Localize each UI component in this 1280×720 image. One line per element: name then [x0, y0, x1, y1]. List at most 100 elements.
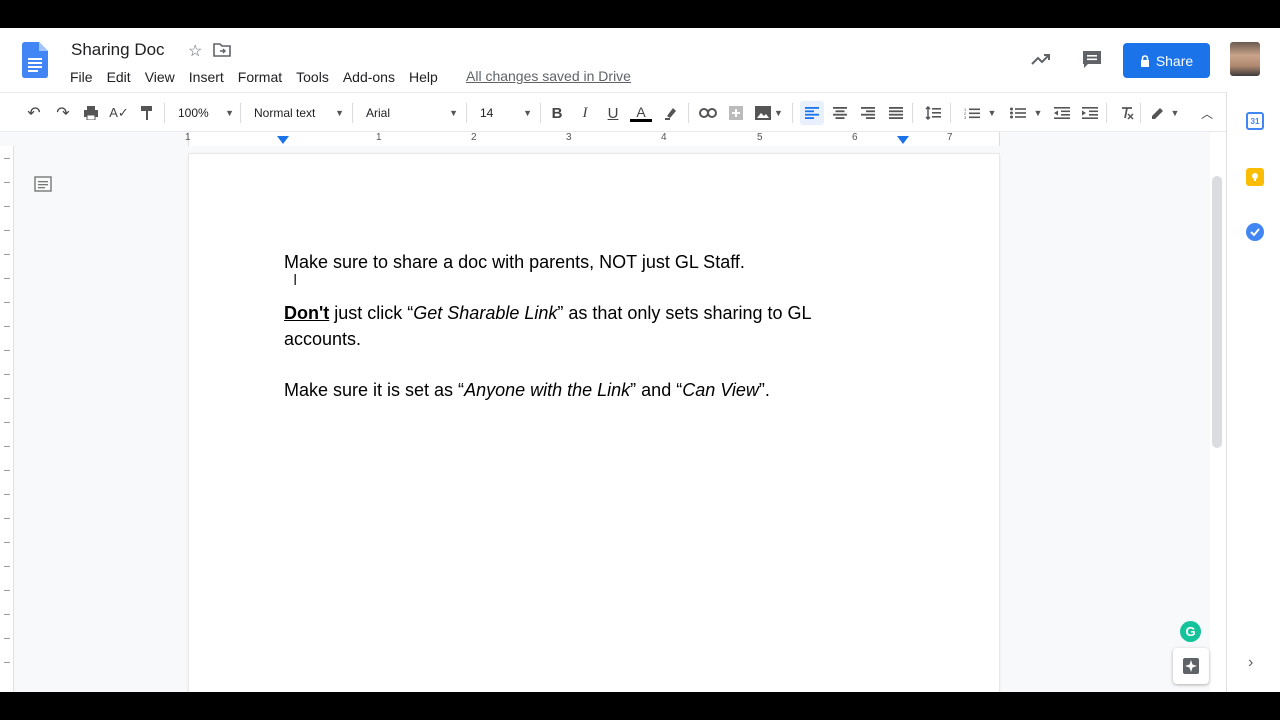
grammarly-icon[interactable]: G [1180, 621, 1201, 642]
ruler-label: 1 [185, 132, 191, 143]
show-side-panel-icon[interactable]: › [1248, 654, 1253, 672]
ruler-tick [4, 254, 10, 255]
save-status-link[interactable]: All changes saved in Drive [466, 68, 631, 84]
style-value: Normal text [254, 106, 316, 120]
activity-dashboard-icon[interactable] [1030, 48, 1052, 70]
align-center-icon[interactable] [828, 101, 852, 125]
toolbar-divider [1106, 103, 1107, 123]
italic-icon[interactable]: I [573, 101, 597, 125]
menu-bar: File Edit View Insert Format Tools Add-o… [63, 68, 445, 86]
zoom-select[interactable]: 100% ▼ [178, 101, 234, 125]
ruler-tick [4, 638, 10, 639]
insert-link-icon[interactable] [696, 101, 720, 125]
ruler-tick [4, 326, 10, 327]
menu-tools[interactable]: Tools [289, 68, 336, 86]
font-select[interactable]: Arial ▼ [366, 101, 458, 125]
chevron-down-icon: ▼ [1170, 108, 1180, 118]
bold-icon[interactable]: B [545, 101, 569, 125]
horizontal-ruler: 1 1 2 3 4 5 6 7 [0, 132, 1210, 146]
ruler-tick [4, 422, 10, 423]
share-button[interactable]: Share [1123, 43, 1210, 78]
right-indent-marker[interactable] [897, 136, 909, 144]
collapse-menus-icon[interactable]: ︿ [1195, 101, 1219, 125]
insert-image-icon[interactable]: ▼ [752, 101, 786, 125]
tasks-icon[interactable] [1246, 223, 1264, 241]
chevron-down-icon: ▼ [774, 108, 783, 118]
chevron-down-icon: ▼ [449, 108, 458, 118]
ruler-tick [4, 566, 10, 567]
clear-formatting-icon[interactable] [1115, 101, 1139, 125]
paragraph-2[interactable]: Don't just click “Get Sharable Link” as … [284, 300, 844, 352]
toolbar: ↶ ↷ A✓ 100% ▼ Normal text ▼ Arial ▼ 14 ▼ B I… [0, 92, 1226, 132]
ruler-tick [4, 590, 10, 591]
paragraph-3[interactable]: Make sure it is set as “Anyone with the … [284, 377, 844, 403]
document-canvas: Make sure to share a doc with parents, N… [0, 146, 1222, 692]
ruler-tick [4, 374, 10, 375]
justify-icon[interactable] [884, 101, 908, 125]
highlight-color-icon[interactable] [659, 101, 683, 125]
ruler-track[interactable] [188, 132, 1000, 146]
ruler-label: 3 [566, 132, 572, 143]
print-icon[interactable] [79, 101, 103, 125]
menu-format[interactable]: Format [231, 68, 289, 86]
menu-insert[interactable]: Insert [182, 68, 231, 86]
ruler-tick [4, 206, 10, 207]
ruler-tick [4, 470, 10, 471]
vertical-scrollbar[interactable] [1212, 176, 1222, 448]
align-right-icon[interactable] [856, 101, 880, 125]
underline-icon[interactable]: U [601, 101, 625, 125]
text-cursor-icon: I [293, 272, 298, 289]
star-icon[interactable]: ☆ [188, 41, 202, 61]
document-outline-icon[interactable] [34, 176, 52, 192]
move-folder-icon[interactable] [213, 42, 231, 58]
bulleted-list-icon[interactable]: ▼ [1006, 101, 1046, 125]
paint-format-icon[interactable] [135, 101, 159, 125]
ruler-tick [4, 446, 10, 447]
editing-mode-icon[interactable]: ▼ [1146, 101, 1184, 125]
undo-icon[interactable]: ↶ [22, 101, 46, 125]
vertical-ruler [0, 146, 14, 692]
paragraph-3-text-3: ”. [758, 380, 770, 400]
menu-help[interactable]: Help [402, 68, 445, 86]
paragraph-1-text: Make sure to share a doc with parents, N… [284, 252, 745, 272]
increase-indent-icon[interactable] [1078, 101, 1102, 125]
ruler-tick [4, 158, 10, 159]
left-indent-marker[interactable] [277, 136, 289, 144]
paragraph-1[interactable]: Make sure to share a doc with parents, N… [284, 249, 844, 275]
comments-icon[interactable] [1081, 48, 1103, 70]
svg-text:3: 3 [964, 115, 967, 119]
ruler-tick [4, 278, 10, 279]
chevron-down-icon: ▼ [225, 108, 234, 118]
paragraph-2-bold: Don't [284, 303, 330, 323]
account-avatar[interactable] [1230, 42, 1260, 76]
line-spacing-icon[interactable] [921, 101, 945, 125]
style-select[interactable]: Normal text ▼ [254, 101, 344, 125]
chevron-down-icon: ▼ [1033, 108, 1043, 118]
keep-icon[interactable] [1246, 168, 1264, 186]
menu-edit[interactable]: Edit [100, 68, 138, 86]
font-size-select[interactable]: 14 ▼ [480, 101, 532, 125]
grammarly-letter: G [1185, 624, 1196, 639]
document-page[interactable]: Make sure to share a doc with parents, N… [189, 154, 999, 692]
ruler-label: 2 [471, 132, 477, 143]
document-title[interactable]: Sharing Doc [71, 40, 165, 60]
text-color-icon[interactable]: A [629, 101, 653, 125]
explore-icon [1183, 658, 1199, 674]
insert-comment-icon[interactable] [724, 101, 748, 125]
docs-logo-icon[interactable] [22, 42, 48, 78]
menu-file[interactable]: File [63, 68, 100, 86]
align-left-icon[interactable] [800, 101, 824, 125]
ruler-label: 1 [376, 132, 382, 143]
menu-view[interactable]: View [138, 68, 182, 86]
ruler-label: 5 [757, 132, 763, 143]
menu-addons[interactable]: Add-ons [336, 68, 402, 86]
share-label: Share [1155, 52, 1194, 69]
letterbox-bottom [0, 692, 1280, 720]
decrease-indent-icon[interactable] [1050, 101, 1074, 125]
redo-icon[interactable]: ↷ [51, 101, 75, 125]
spellcheck-icon[interactable]: A✓ [107, 101, 131, 125]
numbered-list-icon[interactable]: 1 2 3 ▼ [960, 101, 1000, 125]
explore-button[interactable] [1173, 648, 1209, 684]
calendar-icon[interactable]: 31 [1246, 112, 1264, 130]
toolbar-divider [688, 103, 689, 123]
